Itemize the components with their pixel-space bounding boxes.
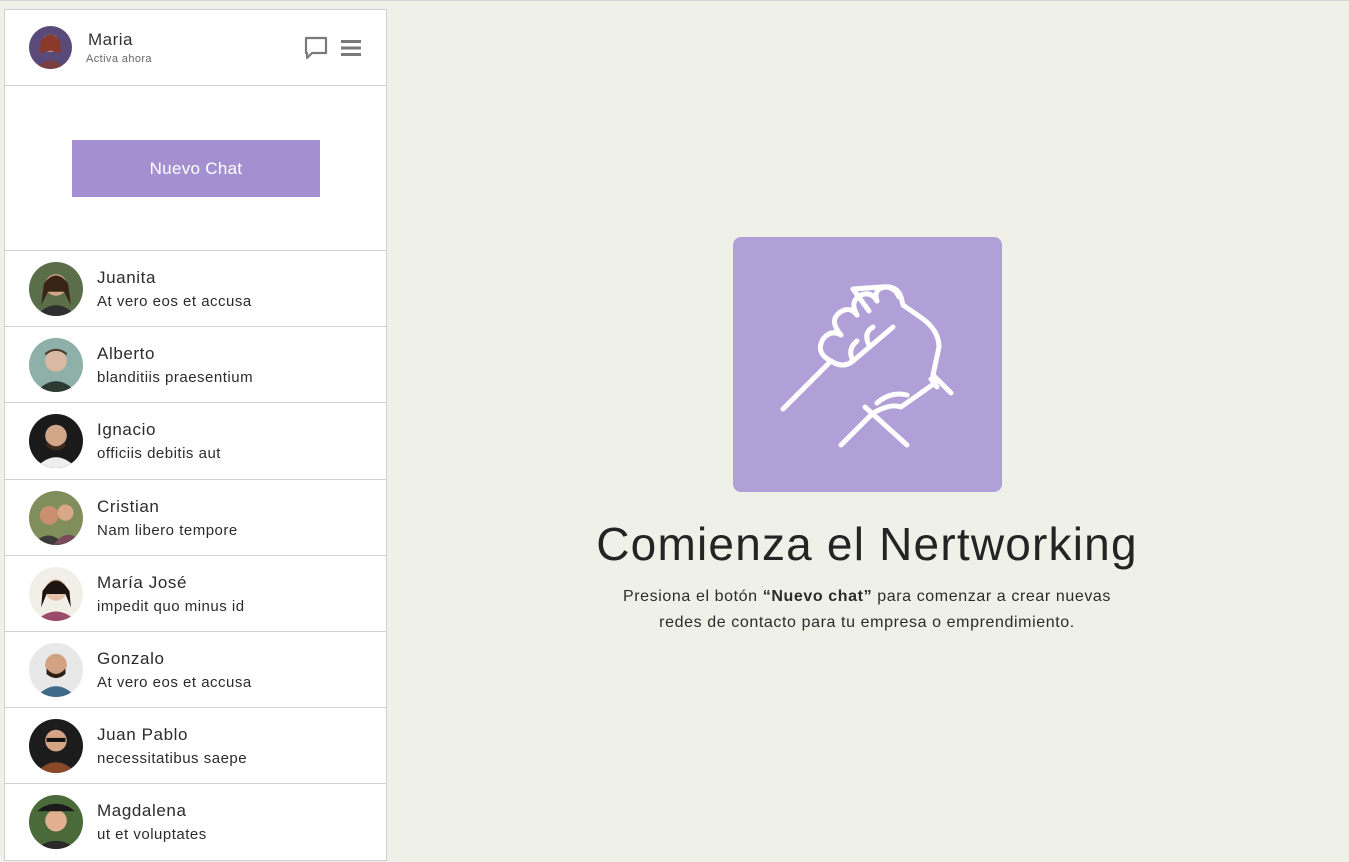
- avatar: [29, 414, 83, 469]
- avatar: [29, 490, 83, 545]
- chat-preview: Nam libero tempore: [97, 521, 238, 539]
- avatar: [29, 566, 83, 621]
- chat-preview: ut et voluptates: [97, 826, 207, 844]
- app-window: Maria Activa ahora Nuevo Chat Juanita At…: [0, 0, 1349, 862]
- description-line-2: redes de contacto para tu empresa o empr…: [659, 614, 1075, 631]
- chat-preview: blanditiis praesentium: [97, 369, 254, 387]
- avatar: [29, 795, 83, 850]
- chat-preview: impedit quo minus id: [97, 597, 245, 615]
- chat-name: Alberto: [97, 344, 156, 364]
- avatar: [29, 338, 83, 393]
- main-panel: Comienza el Nertworking Presiona el botó…: [387, 9, 1347, 861]
- chat-name: Juan Pablo: [97, 725, 189, 745]
- avatar: [29, 642, 83, 697]
- handshake-icon: [780, 284, 954, 448]
- main-title: Comienza el Nertworking: [596, 518, 1138, 570]
- chat-item-juan-pablo[interactable]: Juan Pablo necessitatibus saepe: [5, 708, 386, 785]
- chat-bubble-icon[interactable]: [303, 35, 329, 61]
- chat-item-magdalena[interactable]: Magdalena ut et voluptates: [5, 784, 386, 860]
- chat-item-cristian[interactable]: Cristian Nam libero tempore: [5, 480, 386, 556]
- new-chat-area: Nuevo Chat: [5, 86, 386, 251]
- avatar: [29, 262, 83, 316]
- chat-name: María José: [97, 572, 188, 592]
- chat-item-gonzalo[interactable]: Gonzalo At vero eos et accusa: [5, 632, 386, 709]
- desc-suffix: para comenzar a crear nuevas: [872, 588, 1112, 605]
- chat-name: Gonzalo: [97, 648, 165, 668]
- chat-preview: At vero eos et accusa: [97, 673, 252, 691]
- description-line-1: Presiona el botón “Nuevo chat” para come…: [387, 584, 1347, 610]
- chat-preview: At vero eos et accusa: [97, 293, 252, 310]
- chat-name: Magdalena: [97, 801, 187, 821]
- chat-name: Juanita: [97, 268, 157, 287]
- chat-item-alberto[interactable]: Alberto blanditiis praesentium: [5, 327, 386, 404]
- user-status: Activa ahora: [86, 53, 152, 65]
- sidebar: Maria Activa ahora Nuevo Chat Juanita At…: [4, 9, 387, 861]
- main-description: Presiona el botón “Nuevo chat” para come…: [387, 584, 1347, 636]
- chat-item-juanita[interactable]: Juanita At vero eos et accusa: [5, 251, 386, 328]
- chat-name: Cristian: [97, 496, 160, 516]
- desc-bold: “Nuevo chat”: [762, 588, 873, 605]
- desc-prefix: Presiona el botón: [622, 588, 763, 605]
- chat-item-maria-jose[interactable]: María José impedit quo minus id: [5, 556, 386, 632]
- chat-preview: officiis debitis aut: [97, 445, 221, 463]
- avatar: [29, 719, 83, 774]
- chat-preview: necessitatibus saepe: [97, 750, 248, 768]
- chat-name: Ignacio: [97, 420, 157, 440]
- new-chat-button[interactable]: Nuevo Chat: [72, 140, 320, 197]
- sidebar-header: Maria Activa ahora: [5, 10, 386, 86]
- hero-tile: [733, 237, 1002, 492]
- user-name: Maria: [88, 30, 134, 49]
- user-avatar[interactable]: [29, 26, 72, 69]
- menu-icon[interactable]: [338, 35, 364, 61]
- chat-list: Juanita At vero eos et accusa Alberto bl…: [5, 251, 386, 860]
- chat-item-ignacio[interactable]: Ignacio officiis debitis aut: [5, 403, 386, 480]
